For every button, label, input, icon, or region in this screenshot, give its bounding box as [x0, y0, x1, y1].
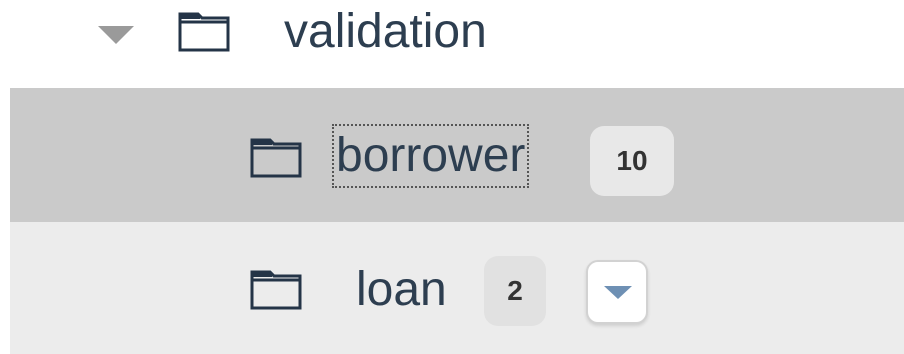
tree-node-validation[interactable]: validation — [0, 0, 904, 88]
node-menu-button[interactable] — [586, 260, 648, 324]
chevron-down-icon — [604, 286, 632, 299]
tree-node-label: borrower — [332, 124, 530, 188]
tree-node-label: loan — [356, 263, 447, 316]
count-badge: 2 — [484, 256, 546, 326]
tree-node-borrower[interactable]: borrower 10 — [10, 88, 904, 222]
folder-icon — [250, 138, 302, 178]
tree-node-label: validation — [284, 5, 487, 58]
folder-icon — [250, 270, 302, 310]
folder-icon — [178, 12, 230, 52]
tree-node-loan[interactable]: loan 2 — [10, 222, 904, 354]
folder-tree: validation borrower 10 loan 2 — [0, 0, 904, 354]
caret-down-icon[interactable] — [98, 26, 134, 44]
count-badge: 10 — [590, 126, 674, 196]
